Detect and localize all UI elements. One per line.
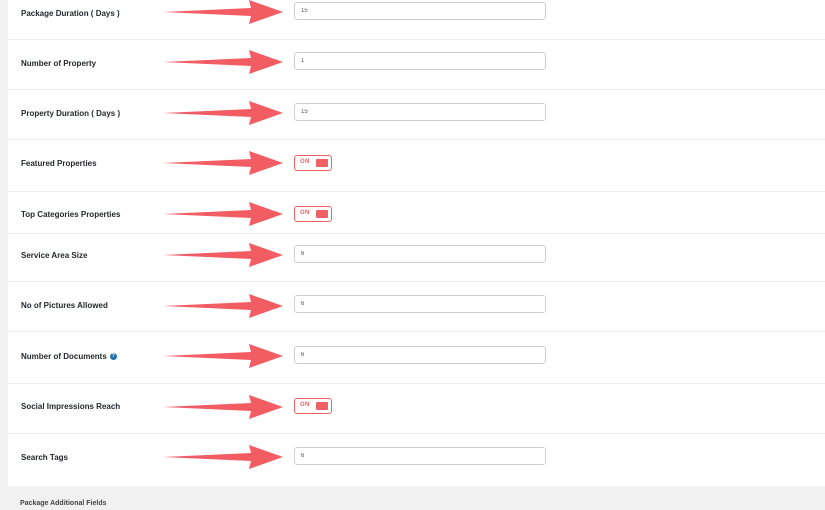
label-service-area-size: Service Area Size bbox=[21, 251, 88, 260]
label-pictures-allowed: No of Pictures Allowed bbox=[21, 301, 108, 310]
search-tags-input[interactable] bbox=[294, 447, 546, 465]
toggle-knob bbox=[316, 159, 328, 167]
arrow-icon bbox=[163, 151, 283, 175]
toggle-label: ON bbox=[300, 402, 310, 408]
arrow-icon bbox=[163, 0, 283, 24]
social-impressions-reach-toggle[interactable]: ON bbox=[294, 398, 332, 414]
service-area-size-input[interactable] bbox=[294, 245, 546, 263]
arrow-icon bbox=[163, 395, 283, 419]
number-of-documents-text: Number of Documents bbox=[21, 352, 107, 361]
number-of-documents-input[interactable] bbox=[294, 346, 546, 364]
arrow-icon bbox=[163, 445, 283, 469]
label-search-tags: Search Tags bbox=[21, 453, 68, 462]
label-number-of-documents: Number of Documents? bbox=[21, 352, 117, 361]
arrow-icon bbox=[163, 101, 283, 125]
label-social-impressions-reach: Social Impressions Reach bbox=[21, 402, 121, 411]
label-top-categories-properties: Top Categories Properties bbox=[21, 210, 121, 219]
toggle-label: ON bbox=[300, 210, 310, 216]
arrow-icon bbox=[163, 294, 283, 318]
number-of-property-input[interactable] bbox=[294, 52, 546, 70]
toggle-label: ON bbox=[300, 159, 310, 165]
row-top-categories-properties bbox=[8, 192, 825, 234]
toggle-knob bbox=[316, 402, 328, 410]
row-featured-properties bbox=[8, 140, 825, 192]
top-categories-properties-toggle[interactable]: ON bbox=[294, 206, 332, 222]
help-icon[interactable]: ? bbox=[109, 353, 117, 361]
arrow-icon bbox=[163, 243, 283, 267]
featured-properties-toggle[interactable]: ON bbox=[294, 155, 332, 171]
label-featured-properties: Featured Properties bbox=[21, 159, 97, 168]
arrow-icon bbox=[163, 50, 283, 74]
pictures-allowed-input[interactable] bbox=[294, 295, 546, 313]
package-duration-input[interactable] bbox=[294, 2, 546, 20]
label-number-of-property: Number of Property bbox=[21, 59, 97, 68]
label-package-duration: Package Duration ( Days ) bbox=[21, 9, 120, 18]
property-duration-input[interactable] bbox=[294, 103, 546, 121]
label-property-duration: Property Duration ( Days ) bbox=[21, 109, 121, 118]
section-title: Package Additional Fields bbox=[20, 500, 107, 507]
arrow-icon bbox=[163, 344, 283, 368]
toggle-knob bbox=[316, 210, 328, 218]
arrow-icon bbox=[163, 202, 283, 226]
row-social-impressions-reach bbox=[8, 384, 825, 434]
